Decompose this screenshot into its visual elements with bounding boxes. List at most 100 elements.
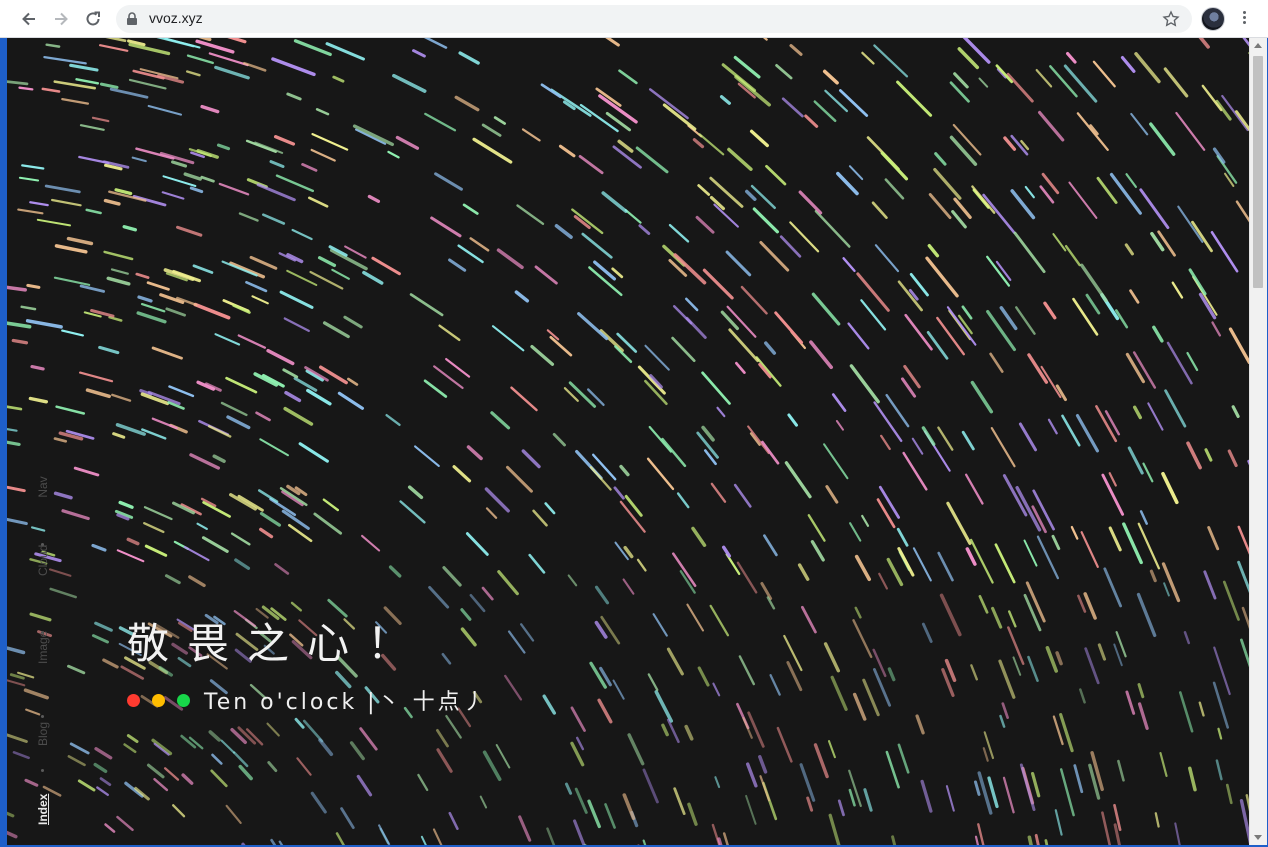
side-nav-item-cloud[interactable]: Cloud xyxy=(36,545,50,576)
star-streak xyxy=(18,86,34,91)
scroll-thumb[interactable] xyxy=(1253,56,1263,288)
star-streak xyxy=(318,738,334,757)
star-streak xyxy=(848,165,864,181)
page-viewport: Nav Cloud Image Blog Index 敬畏之心！ Ten o'c… xyxy=(7,38,1249,845)
star-streak xyxy=(764,341,777,355)
star-streak xyxy=(986,255,1011,287)
star-streak xyxy=(848,788,856,807)
star-streak xyxy=(648,88,689,120)
star-streak xyxy=(952,123,982,156)
url-text[interactable]: vvoz.xyz xyxy=(149,10,203,26)
star-streak xyxy=(520,623,535,642)
side-nav-item-image[interactable]: Image xyxy=(36,631,50,664)
star-streak xyxy=(1109,172,1142,215)
star-streak xyxy=(944,658,957,683)
profile-avatar[interactable] xyxy=(1201,7,1225,31)
star-streak xyxy=(221,260,258,277)
star-streak xyxy=(208,52,249,67)
star-streak xyxy=(1043,301,1057,320)
star-streak xyxy=(713,203,739,228)
star-streak xyxy=(701,371,731,405)
vertical-scrollbar[interactable] xyxy=(1249,38,1267,845)
star-streak xyxy=(982,747,989,762)
star-streak xyxy=(933,168,962,200)
star-streak xyxy=(1198,292,1217,320)
star-streak xyxy=(317,256,337,268)
star-streak xyxy=(78,155,110,165)
star-streak xyxy=(275,174,314,193)
star-streak xyxy=(7,285,27,292)
star-streak xyxy=(847,322,870,350)
star-streak xyxy=(229,261,266,279)
scroll-up-icon[interactable] xyxy=(1254,43,1262,48)
star-streak xyxy=(1139,510,1148,525)
star-streak xyxy=(1217,727,1223,740)
star-streak xyxy=(567,574,578,587)
star-streak xyxy=(578,155,604,175)
star-streak xyxy=(1018,422,1037,452)
star-streak xyxy=(759,775,771,802)
star-streak xyxy=(614,345,633,364)
bookmark-star-icon[interactable] xyxy=(1162,10,1180,28)
star-streak xyxy=(448,811,459,831)
star-streak xyxy=(789,44,803,56)
star-streak xyxy=(103,198,121,206)
star-streak xyxy=(953,197,972,219)
address-bar[interactable]: vvoz.xyz xyxy=(116,5,1192,33)
star-streak xyxy=(775,63,793,80)
star-streak xyxy=(661,723,669,737)
star-streak xyxy=(736,561,758,594)
star-streak xyxy=(619,464,630,477)
star-streak xyxy=(7,517,28,526)
star-streak xyxy=(61,509,90,521)
browser-menu-button[interactable] xyxy=(1234,9,1254,29)
star-streak xyxy=(915,714,925,735)
reload-button[interactable] xyxy=(80,6,106,32)
star-streak xyxy=(593,260,617,281)
star-streak xyxy=(811,292,841,326)
forward-button[interactable] xyxy=(48,6,74,32)
side-nav-item-nav[interactable]: Nav xyxy=(36,475,50,499)
scroll-down-icon[interactable] xyxy=(1254,835,1262,840)
star-streak xyxy=(93,762,108,773)
star-streak xyxy=(495,744,511,769)
star-streak xyxy=(254,141,284,154)
star-streak xyxy=(208,730,221,742)
star-streak xyxy=(1097,643,1107,661)
star-streak xyxy=(1003,136,1017,151)
star-streak xyxy=(371,256,401,276)
star-streak xyxy=(85,388,111,399)
star-streak xyxy=(804,114,819,128)
star-streak xyxy=(911,437,924,455)
star-streak xyxy=(1161,562,1181,603)
star-streak xyxy=(256,183,296,202)
star-streak xyxy=(671,336,696,363)
star-streak xyxy=(1237,560,1249,593)
star-streak xyxy=(143,522,165,534)
star-streak xyxy=(909,272,929,297)
star-streak xyxy=(1129,289,1140,304)
star-streak xyxy=(200,175,215,183)
star-streak xyxy=(1041,172,1060,195)
star-streak xyxy=(128,42,171,56)
star-streak xyxy=(695,215,715,234)
star-streak xyxy=(799,763,816,802)
star-streak xyxy=(115,423,146,436)
star-streak xyxy=(245,139,277,154)
star-streak xyxy=(1104,410,1121,436)
star-streak xyxy=(109,87,149,99)
side-nav-item-blog[interactable]: Blog xyxy=(36,722,50,746)
star-streak xyxy=(7,440,21,446)
star-streak xyxy=(648,425,673,453)
back-button[interactable] xyxy=(16,6,42,32)
star-streak xyxy=(652,613,668,637)
star-streak xyxy=(482,750,502,782)
star-streak xyxy=(335,832,346,845)
side-nav-item-index[interactable]: Index xyxy=(36,794,50,825)
star-streak xyxy=(424,112,457,132)
star-streak xyxy=(921,622,933,643)
menu-dot-icon xyxy=(1242,11,1246,14)
star-streak xyxy=(691,526,707,547)
star-streak xyxy=(827,740,836,759)
star-streak xyxy=(571,208,604,235)
